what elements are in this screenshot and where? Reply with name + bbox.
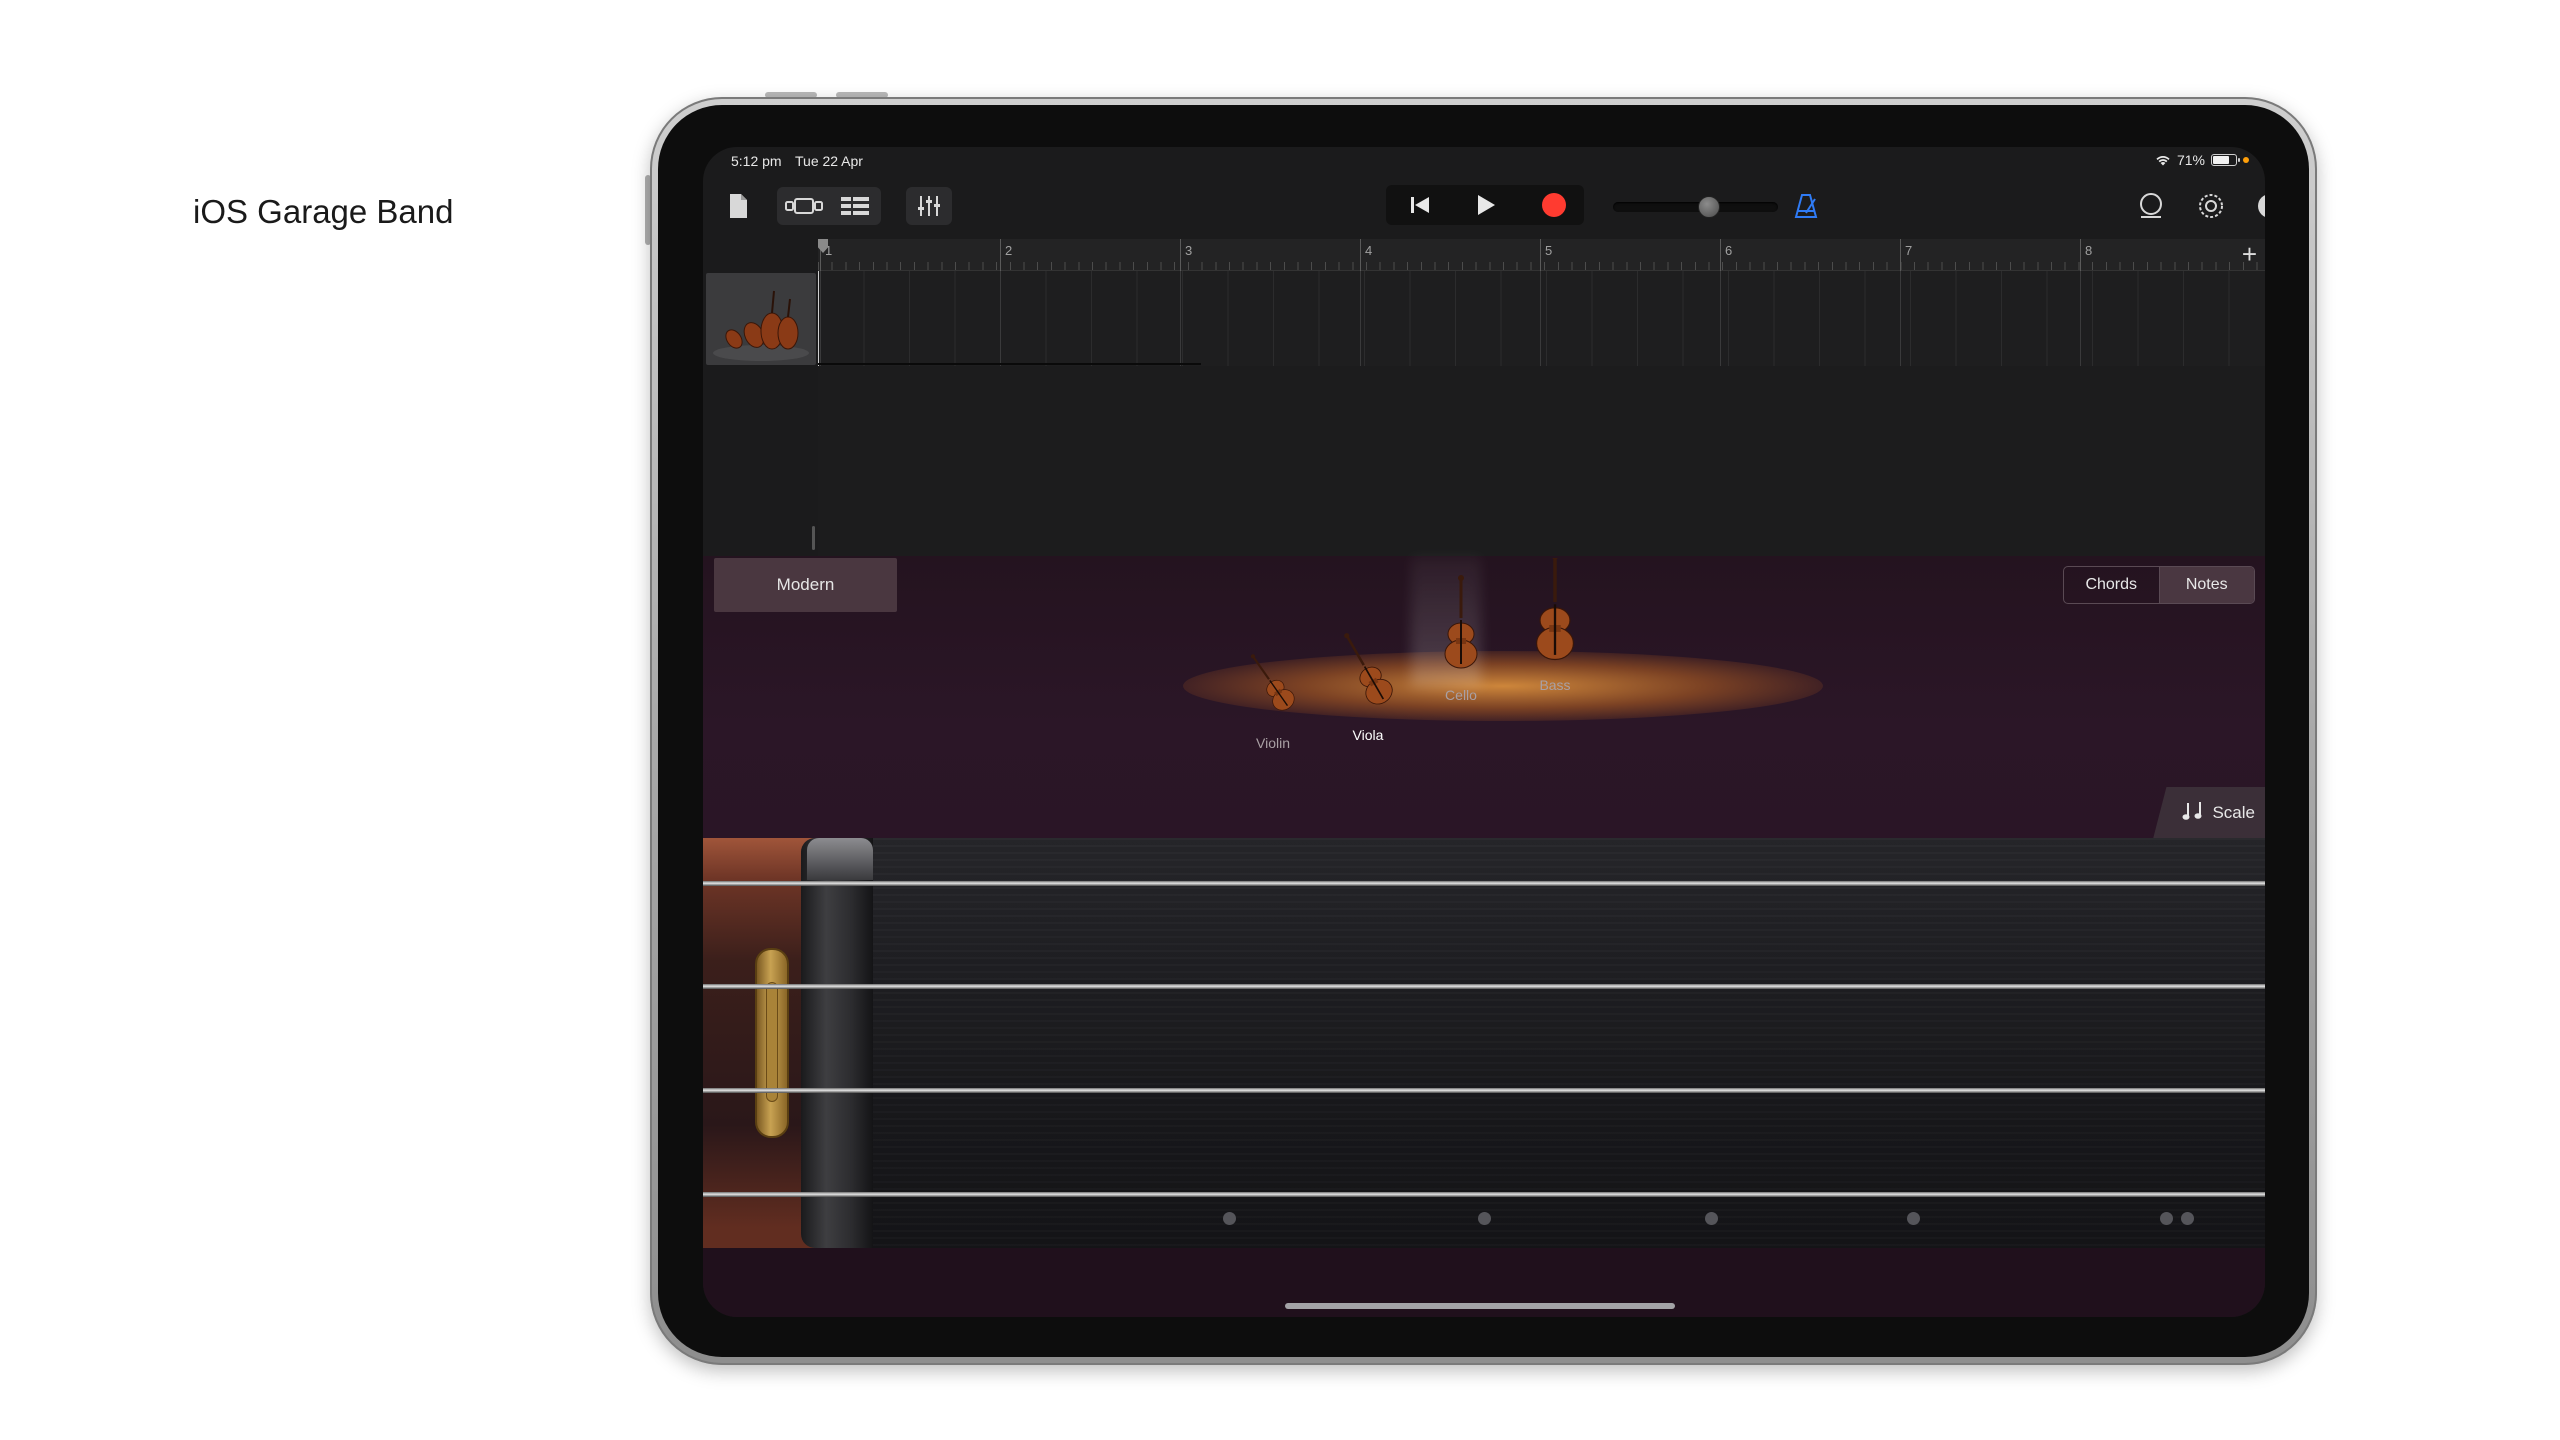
document-icon[interactable] (725, 191, 751, 221)
track-headers: + (703, 271, 818, 651)
view-toggle-icon[interactable] (781, 191, 829, 221)
ruler-bar-number: 2 (1005, 243, 1013, 258)
notes-tab[interactable]: Notes (2158, 567, 2254, 603)
battery-percent: 71% (2176, 152, 2205, 168)
track-bar-line (1540, 271, 1541, 366)
string-4[interactable] (703, 1192, 2265, 1197)
ruler-bar-6: 6 (1720, 239, 1732, 271)
fret-marker (2181, 1212, 2194, 1225)
instrument-bass[interactable]: Bass (1505, 552, 1605, 693)
ruler-bar-number: 6 (1725, 243, 1733, 258)
bass-icon (1536, 552, 1574, 661)
toolbar: ? (703, 177, 2265, 237)
track-bar-line (1000, 271, 1001, 366)
preset-button[interactable]: Modern (714, 558, 897, 612)
instrument-label: Cello (1445, 687, 1477, 703)
loop-icon[interactable] (2135, 191, 2167, 221)
tracks-view-icon[interactable] (833, 191, 877, 221)
ruler-bar-4: 4 (1360, 239, 1372, 271)
chords-notes-switch: Chords Notes (2063, 566, 2255, 604)
scale-label: Scale (2212, 803, 2255, 822)
ruler-bar-number: 7 (1905, 243, 1913, 258)
status-right: 71% (2155, 152, 2249, 168)
mixer-icon (906, 187, 952, 225)
instrument-label: Violin (1256, 735, 1290, 751)
scale-button[interactable]: Scale (2153, 787, 2265, 839)
track-bar-line (1360, 271, 1361, 366)
ruler-ticks (818, 262, 2265, 270)
string-2[interactable] (703, 984, 2265, 989)
violin-icon (1250, 654, 1295, 711)
fret-marker (1223, 1212, 1236, 1225)
view-controls (777, 187, 881, 225)
track-bar-line (2080, 271, 2081, 366)
home-indicator[interactable] (1285, 1303, 1675, 1309)
ruler-bar-number: 5 (1545, 243, 1553, 258)
instrument-label: Bass (1539, 677, 1571, 693)
fret-marker (1705, 1212, 1718, 1225)
transport-controls (1386, 185, 1584, 225)
track-bar-line (820, 271, 821, 366)
status-bar: 5:12 pm Tue 22 Apr 71% (703, 147, 2265, 175)
timeline-ruler[interactable]: 12345678 + (818, 239, 2265, 271)
viola-icon (1344, 633, 1393, 705)
privacy-indicator-dot (2243, 157, 2249, 163)
string-3[interactable] (703, 1088, 2265, 1093)
track-bar-line (1900, 271, 1901, 366)
status-date: Tue 22 Apr (795, 153, 863, 169)
region-line (818, 363, 1201, 365)
instrument-stage: Violin Viola Cello Bass (1153, 552, 1823, 751)
add-section-button[interactable]: + (2242, 239, 2257, 269)
ruler-bar-3: 3 (1180, 239, 1192, 271)
master-volume-slider[interactable] (1613, 196, 1778, 218)
ruler-bar-number: 4 (1365, 243, 1373, 258)
string-1[interactable] (703, 881, 2265, 886)
instrument-viola[interactable]: Viola (1318, 608, 1418, 743)
help-icon[interactable]: ? (2255, 191, 2265, 221)
mixer-button[interactable] (906, 187, 952, 225)
record-icon[interactable] (1534, 190, 1574, 220)
nut-top (807, 838, 873, 880)
rewind-icon[interactable] (1400, 190, 1440, 220)
status-time: 5:12 pm (731, 153, 782, 169)
track-bar-line (1180, 271, 1181, 366)
cello-icon (1444, 575, 1478, 669)
master-volume-thumb[interactable] (1698, 196, 1720, 218)
ruler-bar-7: 7 (1900, 239, 1912, 271)
instrument-violin[interactable]: Violin (1223, 616, 1323, 751)
instrument-area: Modern Violin Viola Cello Bass Chords Notes… (703, 552, 2265, 839)
wifi-icon (2155, 154, 2171, 166)
fret-marker (1478, 1212, 1491, 1225)
fretboard-nut (801, 838, 873, 1248)
playhead-line (818, 271, 819, 366)
ruler-bar-5: 5 (1540, 239, 1552, 271)
ruler-bar-number: 8 (2085, 243, 2093, 258)
ruler-bar-8: 8 (2080, 239, 2092, 271)
garageband-screen: 5:12 pm Tue 22 Apr 71% 1 2 3 4 5 6 7 8 +… (703, 147, 2265, 1317)
fret-marker (1907, 1212, 1920, 1225)
instrument-cello[interactable]: Cello (1411, 568, 1511, 703)
battery-icon (2211, 154, 2240, 166)
chords-tab[interactable]: Chords (2064, 567, 2159, 603)
metronome-icon[interactable] (1791, 191, 1821, 221)
track-lane[interactable] (818, 271, 2265, 366)
battery-fill (2213, 156, 2229, 164)
settings-icon[interactable] (2195, 191, 2227, 221)
instrument-label: Viola (1352, 727, 1384, 743)
tuner-peg (755, 948, 789, 1138)
track-scroll-indicator (812, 526, 815, 550)
ruler-bar-2: 2 (1000, 239, 1012, 271)
strings-track-header[interactable] (706, 273, 816, 365)
ruler-bar-number: 3 (1185, 243, 1193, 258)
fret-marker (2160, 1212, 2173, 1225)
page-caption: iOS Garage Band (193, 193, 454, 230)
track-bar-line (1720, 271, 1721, 366)
fretboard[interactable] (703, 838, 2265, 1248)
play-icon[interactable] (1466, 190, 1506, 220)
empty-track-area (818, 366, 2265, 556)
music-notes-icon (2182, 800, 2206, 827)
